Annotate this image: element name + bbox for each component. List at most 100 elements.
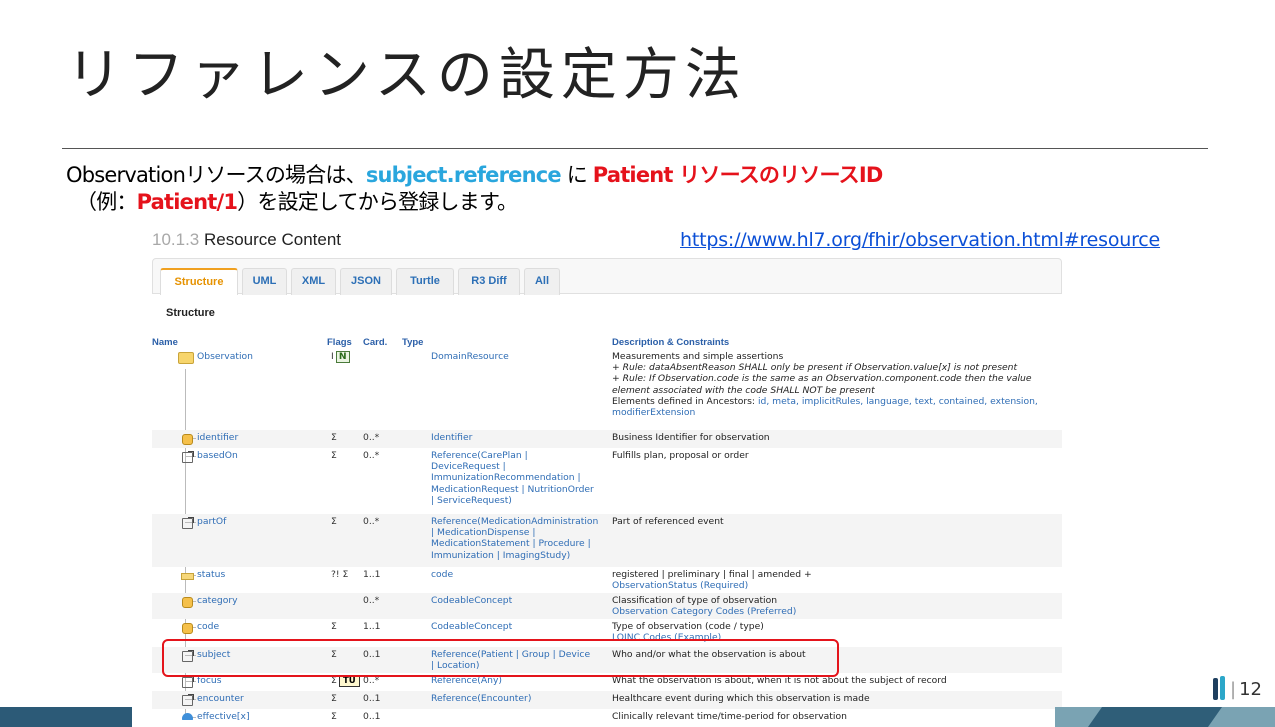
element-name[interactable]: effective[x] <box>197 711 250 720</box>
element-card: 0..1 <box>363 693 381 704</box>
desc-ancestors: Elements defined in Ancestors: id, meta,… <box>612 396 1062 407</box>
element-flags: ?! Σ <box>331 569 349 580</box>
col-header-description: Description & Constraints <box>612 337 730 348</box>
element-description: Clinically relevant time/time-period for… <box>612 711 847 720</box>
element-name[interactable]: partOf <box>197 516 226 527</box>
resource-folder-icon <box>178 352 194 364</box>
element-flags: Σ <box>331 516 337 527</box>
intro-text: Observationリソースの場合は、subject.reference に … <box>66 162 883 216</box>
element-name[interactable]: code <box>197 621 219 632</box>
desc-line: Classification of type of observation <box>612 595 778 606</box>
desc-rule: + Rule: dataAbsentReason SHALL only be p… <box>612 362 1018 374</box>
element-name[interactable]: Observation <box>197 351 253 362</box>
title-divider <box>62 148 1208 149</box>
col-header-type: Type <box>402 337 424 348</box>
intro-line-1: Observationリソースの場合は、subject.reference に … <box>66 162 883 189</box>
slide-title: リファレンスの設定方法 <box>66 43 747 108</box>
table-row: partOf Σ 0..* Reference(MedicationAdmini… <box>152 514 1062 567</box>
col-header-card: Card. <box>363 337 388 348</box>
intro-connector: に <box>560 163 593 187</box>
type-line: Reference(MedicationAdministration <box>431 516 599 527</box>
flag-text: I <box>331 351 334 362</box>
desc-line: registered | preliminary | final | amend… <box>612 569 812 580</box>
desc-rule: + Rule: If Observation.code is the same … <box>612 373 1032 385</box>
datatype-icon <box>182 434 193 445</box>
element-description: registered | preliminary | final | amend… <box>612 569 1062 591</box>
tab-r3-diff[interactable]: R3 Diff <box>458 268 520 295</box>
desc-link[interactable]: modifierExtension <box>612 407 1062 418</box>
tab-structure[interactable]: Structure <box>160 268 238 295</box>
tab-json[interactable]: JSON <box>340 268 392 295</box>
element-description: Healthcare event during which this obser… <box>612 693 870 704</box>
element-card: 1..1 <box>363 621 381 632</box>
element-type[interactable]: Reference(CarePlan | DeviceRequest | Imm… <box>431 450 609 506</box>
type-line: Immunization | ImagingStudy) <box>431 549 571 561</box>
element-card: 0..1 <box>363 711 381 720</box>
element-type[interactable]: CodeableConcept <box>431 595 609 606</box>
element-flags: Σ <box>331 432 337 443</box>
element-card: 0..* <box>363 432 380 443</box>
element-type[interactable]: Reference(MedicationAdministration | Med… <box>431 516 609 561</box>
desc-link[interactable]: ObservationStatus (Required) <box>612 580 1062 591</box>
section-heading: 10.1.3 Resource Content <box>152 230 341 250</box>
desc-link[interactable]: Observation Category Codes (Preferred) <box>612 606 1062 617</box>
spec-url-link[interactable]: https://www.hl7.org/fhir/observation.htm… <box>680 229 1160 251</box>
element-type[interactable]: CodeableConcept <box>431 621 609 632</box>
col-header-name: Name <box>152 337 178 348</box>
example-open: （例： <box>76 190 137 214</box>
ancestors-links[interactable]: id, meta, implicitRules, language, text,… <box>758 396 1038 407</box>
element-flags: Σ <box>331 621 337 632</box>
element-type[interactable]: Identifier <box>431 432 609 443</box>
element-name[interactable]: status <box>197 569 225 580</box>
element-card: 0..* <box>363 450 380 461</box>
reference-icon <box>182 451 194 463</box>
reference-icon <box>182 694 194 706</box>
element-description: Part of referenced event <box>612 516 724 527</box>
element-card: 0..* <box>363 595 380 606</box>
desc-rule: element associated with the code SHALL N… <box>612 384 875 396</box>
element-description: Business Identifier for observation <box>612 432 770 443</box>
tab-uml[interactable]: UML <box>242 268 287 295</box>
field-name: subject.reference <box>365 163 562 187</box>
patient-resource-id: Patient リソースのリソースID <box>592 163 884 187</box>
tab-xml[interactable]: XML <box>291 268 336 295</box>
type-line: | MedicationDispense | <box>431 527 536 539</box>
page-number-value: 12 <box>1239 679 1262 700</box>
element-description: Measurements and simple assertions + Rul… <box>612 351 1062 418</box>
company-logo-icon <box>1213 676 1227 702</box>
tab-turtle[interactable]: Turtle <box>396 268 454 295</box>
type-line: DeviceRequest | <box>431 461 506 473</box>
table-row: encounter Σ 0..1 Reference(Encounter) He… <box>152 691 1062 709</box>
page-number: | 12 <box>1230 679 1262 700</box>
table-row: identifier Σ 0..* Identifier Business Id… <box>152 430 1062 448</box>
type-line: MedicationRequest | NutritionOrder <box>431 483 594 495</box>
table-row: basedOn Σ 0..* Reference(CarePlan | Devi… <box>152 448 1062 514</box>
element-type[interactable]: Reference(Encounter) <box>431 693 609 704</box>
desc-line: Measurements and simple assertions <box>612 351 784 362</box>
element-name[interactable]: identifier <box>197 432 238 443</box>
element-flags: Σ <box>331 450 337 461</box>
element-type[interactable]: code <box>431 569 609 580</box>
section-number: 10.1.3 <box>152 230 200 249</box>
table-row: effective[x] Σ 0..1 Clinically relevant … <box>152 709 1062 720</box>
intro-line-2: （例：Patient/1）を設定してから登録します。 <box>66 189 883 216</box>
footer-band-right <box>1055 707 1275 727</box>
type-line: MedicationStatement | Procedure | <box>431 538 591 550</box>
structure-label: Structure <box>166 307 215 319</box>
choice-type-icon <box>182 713 193 720</box>
element-name[interactable]: encounter <box>197 693 244 704</box>
desc-line: Type of observation (code / type) <box>612 621 764 632</box>
element-name[interactable]: category <box>197 595 238 606</box>
type-line: | ServiceRequest) <box>431 494 512 506</box>
col-header-flags: Flags <box>327 337 352 348</box>
table-row: Observation IN DomainResource Measuremen… <box>152 349 1062 430</box>
code-icon <box>181 573 194 580</box>
intro-prefix: Observationリソースの場合は、 <box>66 163 367 187</box>
element-flags: Σ <box>331 693 337 704</box>
element-description: Classification of type of observation Ob… <box>612 595 1062 617</box>
tab-all[interactable]: All <box>524 268 560 295</box>
element-name[interactable]: basedOn <box>197 450 238 461</box>
subject-highlight-box <box>162 639 839 677</box>
element-type[interactable]: DomainResource <box>431 351 609 362</box>
element-card: 1..1 <box>363 569 381 580</box>
